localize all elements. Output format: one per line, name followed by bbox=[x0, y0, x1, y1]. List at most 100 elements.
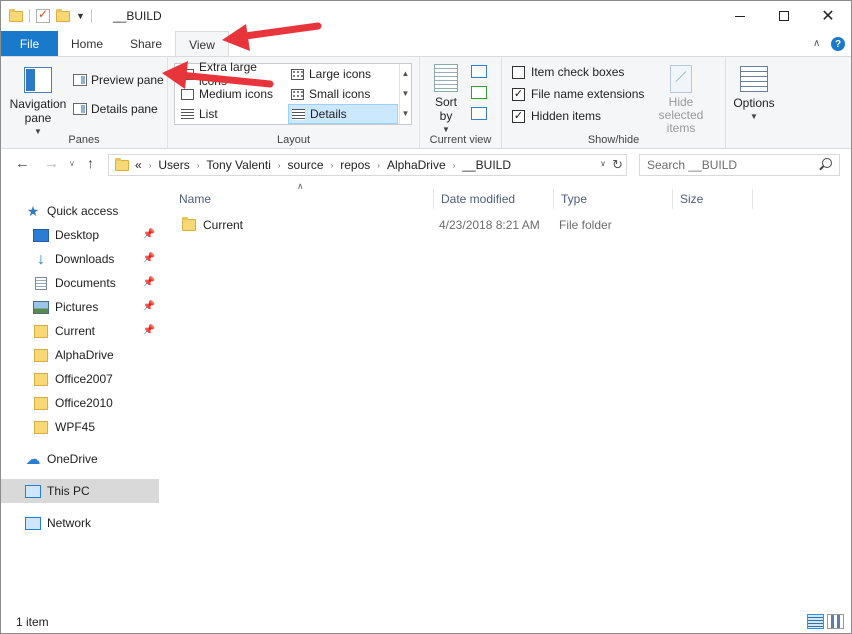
help-icon[interactable]: ? bbox=[831, 37, 845, 51]
hide-selected-items-button[interactable]: Hide selected items bbox=[645, 65, 717, 135]
sidebar-item-this-pc[interactable]: This PC bbox=[1, 479, 159, 503]
breadcrumb-separator-icon[interactable]: › bbox=[278, 161, 281, 170]
hidden-items-toggle[interactable]: ✓ Hidden items bbox=[512, 107, 601, 125]
refresh-icon[interactable]: ↻ bbox=[612, 157, 623, 173]
breadcrumb-tony-valenti[interactable]: Tony Valenti bbox=[206, 158, 270, 172]
breadcrumb-source[interactable]: source bbox=[288, 158, 324, 172]
maximize-icon bbox=[779, 11, 789, 21]
column-header-name[interactable]: Name bbox=[172, 189, 434, 209]
layout-item-label: List bbox=[199, 107, 218, 121]
item-count: 1 item bbox=[16, 615, 49, 629]
add-columns-icon[interactable] bbox=[471, 86, 487, 99]
large-icons-view-button[interactable] bbox=[827, 614, 844, 629]
sidebar-item-downloads[interactable]: ↓ Downloads 📌 bbox=[1, 247, 159, 271]
sidebar-item-wpf45[interactable]: WPF45 bbox=[1, 415, 159, 439]
layout-medium-icons[interactable]: Medium icons bbox=[178, 85, 288, 103]
maximize-button[interactable] bbox=[761, 1, 807, 31]
sidebar-item-desktop[interactable]: Desktop 📌 bbox=[1, 223, 159, 247]
new-folder-icon[interactable] bbox=[56, 8, 70, 22]
star-icon: ★ bbox=[26, 202, 40, 219]
layout-gallery-scroller[interactable]: ▲ ▼ ▼ bbox=[399, 64, 411, 124]
preview-pane-label: Preview pane bbox=[91, 73, 164, 87]
minimize-ribbon-chevron-icon[interactable]: ∧ bbox=[813, 38, 820, 49]
sidebar-item-documents[interactable]: Documents 📌 bbox=[1, 271, 159, 295]
item-check-boxes-checkbox[interactable] bbox=[512, 65, 525, 79]
properties-icon[interactable] bbox=[36, 7, 50, 23]
navigation-pane-icon bbox=[24, 67, 52, 93]
column-header-size[interactable]: Size bbox=[673, 189, 753, 209]
sidebar-item-quick-access[interactable]: ★ Quick access bbox=[1, 199, 159, 223]
desktop-icon bbox=[33, 228, 49, 242]
hidden-items-checkbox[interactable]: ✓ bbox=[512, 109, 525, 123]
sidebar-item-pictures[interactable]: Pictures 📌 bbox=[1, 295, 159, 319]
sidebar-item-office2010[interactable]: Office2010 bbox=[1, 391, 159, 415]
details-pane-button[interactable]: Details pane bbox=[73, 100, 158, 118]
layout-details[interactable]: Details bbox=[288, 104, 398, 124]
search-box[interactable] bbox=[639, 154, 840, 176]
search-icon[interactable] bbox=[822, 158, 832, 168]
tab-view[interactable]: View bbox=[175, 31, 229, 58]
scroll-up-icon[interactable]: ▲ bbox=[400, 64, 411, 84]
pin-icon: 📌 bbox=[142, 325, 155, 336]
breadcrumb-separator-icon[interactable]: › bbox=[377, 161, 380, 170]
file-name-cell[interactable]: Current bbox=[182, 214, 243, 236]
recent-locations-chevron-icon[interactable]: ∨ bbox=[69, 159, 75, 168]
preview-pane-button[interactable]: Preview pane bbox=[73, 71, 164, 89]
breadcrumb-overflow[interactable]: « bbox=[135, 158, 142, 172]
sidebar-item-onedrive[interactable]: ☁ OneDrive bbox=[1, 447, 159, 471]
group-by-icon[interactable] bbox=[471, 65, 487, 78]
forward-arrow-icon[interactable]: → bbox=[44, 155, 59, 172]
item-check-boxes-toggle[interactable]: Item check boxes bbox=[512, 63, 624, 81]
table-row[interactable]: Current 4/23/2018 8:21 AM File folder bbox=[172, 214, 692, 236]
address-bar[interactable]: « › Users › Tony Valenti › source › repo… bbox=[108, 154, 627, 176]
scroll-down-icon[interactable]: ▼ bbox=[400, 84, 411, 104]
minimize-button[interactable] bbox=[717, 1, 763, 31]
sidebar-item-alphadrive[interactable]: AlphaDrive bbox=[1, 343, 159, 367]
breadcrumb-separator-icon[interactable]: › bbox=[331, 161, 334, 170]
layout-extra-large-icons[interactable]: Extra large icons bbox=[178, 60, 288, 88]
panes-group-label: Panes bbox=[68, 134, 100, 146]
status-bar: 1 item bbox=[1, 611, 851, 633]
breadcrumb-repos[interactable]: repos bbox=[340, 158, 370, 172]
layout-list[interactable]: List bbox=[178, 105, 288, 123]
sidebar-item-label: OneDrive bbox=[47, 452, 98, 466]
navigation-pane-button[interactable]: Navigation pane ▼ bbox=[9, 65, 67, 139]
breadcrumb-users[interactable]: Users bbox=[158, 158, 189, 172]
gallery-more-icon[interactable]: ▼ bbox=[400, 104, 411, 124]
sort-by-button[interactable]: Sort by ▼ bbox=[428, 64, 464, 137]
sidebar-item-office2007[interactable]: Office2007 bbox=[1, 367, 159, 391]
column-header-date-modified[interactable]: Date modified bbox=[434, 189, 554, 209]
tab-home[interactable]: Home bbox=[63, 31, 111, 57]
customize-toolbar-chevron-icon[interactable]: ▼ bbox=[76, 11, 85, 21]
breadcrumb-separator-icon[interactable]: › bbox=[453, 161, 456, 170]
back-arrow-icon[interactable]: ← bbox=[15, 155, 30, 172]
sidebar-item-network[interactable]: Network bbox=[1, 511, 159, 535]
column-header-type[interactable]: Type bbox=[554, 189, 673, 209]
layout-small-icons[interactable]: Small icons bbox=[288, 85, 398, 103]
navigation-pane-label: Navigation pane bbox=[9, 97, 67, 125]
breadcrumb-separator-icon[interactable]: › bbox=[149, 161, 152, 170]
preview-pane-icon bbox=[73, 74, 87, 86]
breadcrumb-alphadrive[interactable]: AlphaDrive bbox=[387, 158, 446, 172]
sidebar-item-current[interactable]: Current 📌 bbox=[1, 319, 159, 343]
search-input[interactable] bbox=[647, 158, 812, 172]
file-name-extensions-checkbox[interactable]: ✓ bbox=[512, 87, 525, 101]
details-view-button[interactable] bbox=[807, 614, 824, 629]
details-pane-icon bbox=[73, 103, 87, 115]
file-name-extensions-toggle[interactable]: ✓ File name extensions bbox=[512, 85, 644, 103]
pin-icon: 📌 bbox=[142, 301, 155, 312]
layout-group-label: Layout bbox=[276, 134, 311, 146]
up-arrow-icon[interactable]: ↑ bbox=[87, 155, 94, 171]
documents-icon bbox=[35, 276, 47, 290]
address-history-chevron-icon[interactable]: ∨ bbox=[600, 159, 606, 168]
layout-large-icons[interactable]: Large icons bbox=[288, 65, 398, 83]
breadcrumb-separator-icon[interactable]: › bbox=[197, 161, 200, 170]
tab-share[interactable]: Share bbox=[121, 31, 171, 57]
size-columns-to-fit-icon[interactable] bbox=[471, 107, 487, 120]
pin-icon: 📌 bbox=[142, 253, 155, 264]
options-button[interactable]: Options ▼ bbox=[730, 64, 778, 124]
close-icon: ✕ bbox=[821, 8, 835, 25]
close-button[interactable]: ✕ bbox=[805, 1, 851, 31]
breadcrumb-build[interactable]: __BUILD bbox=[462, 158, 511, 172]
tab-file[interactable]: File bbox=[1, 31, 58, 57]
